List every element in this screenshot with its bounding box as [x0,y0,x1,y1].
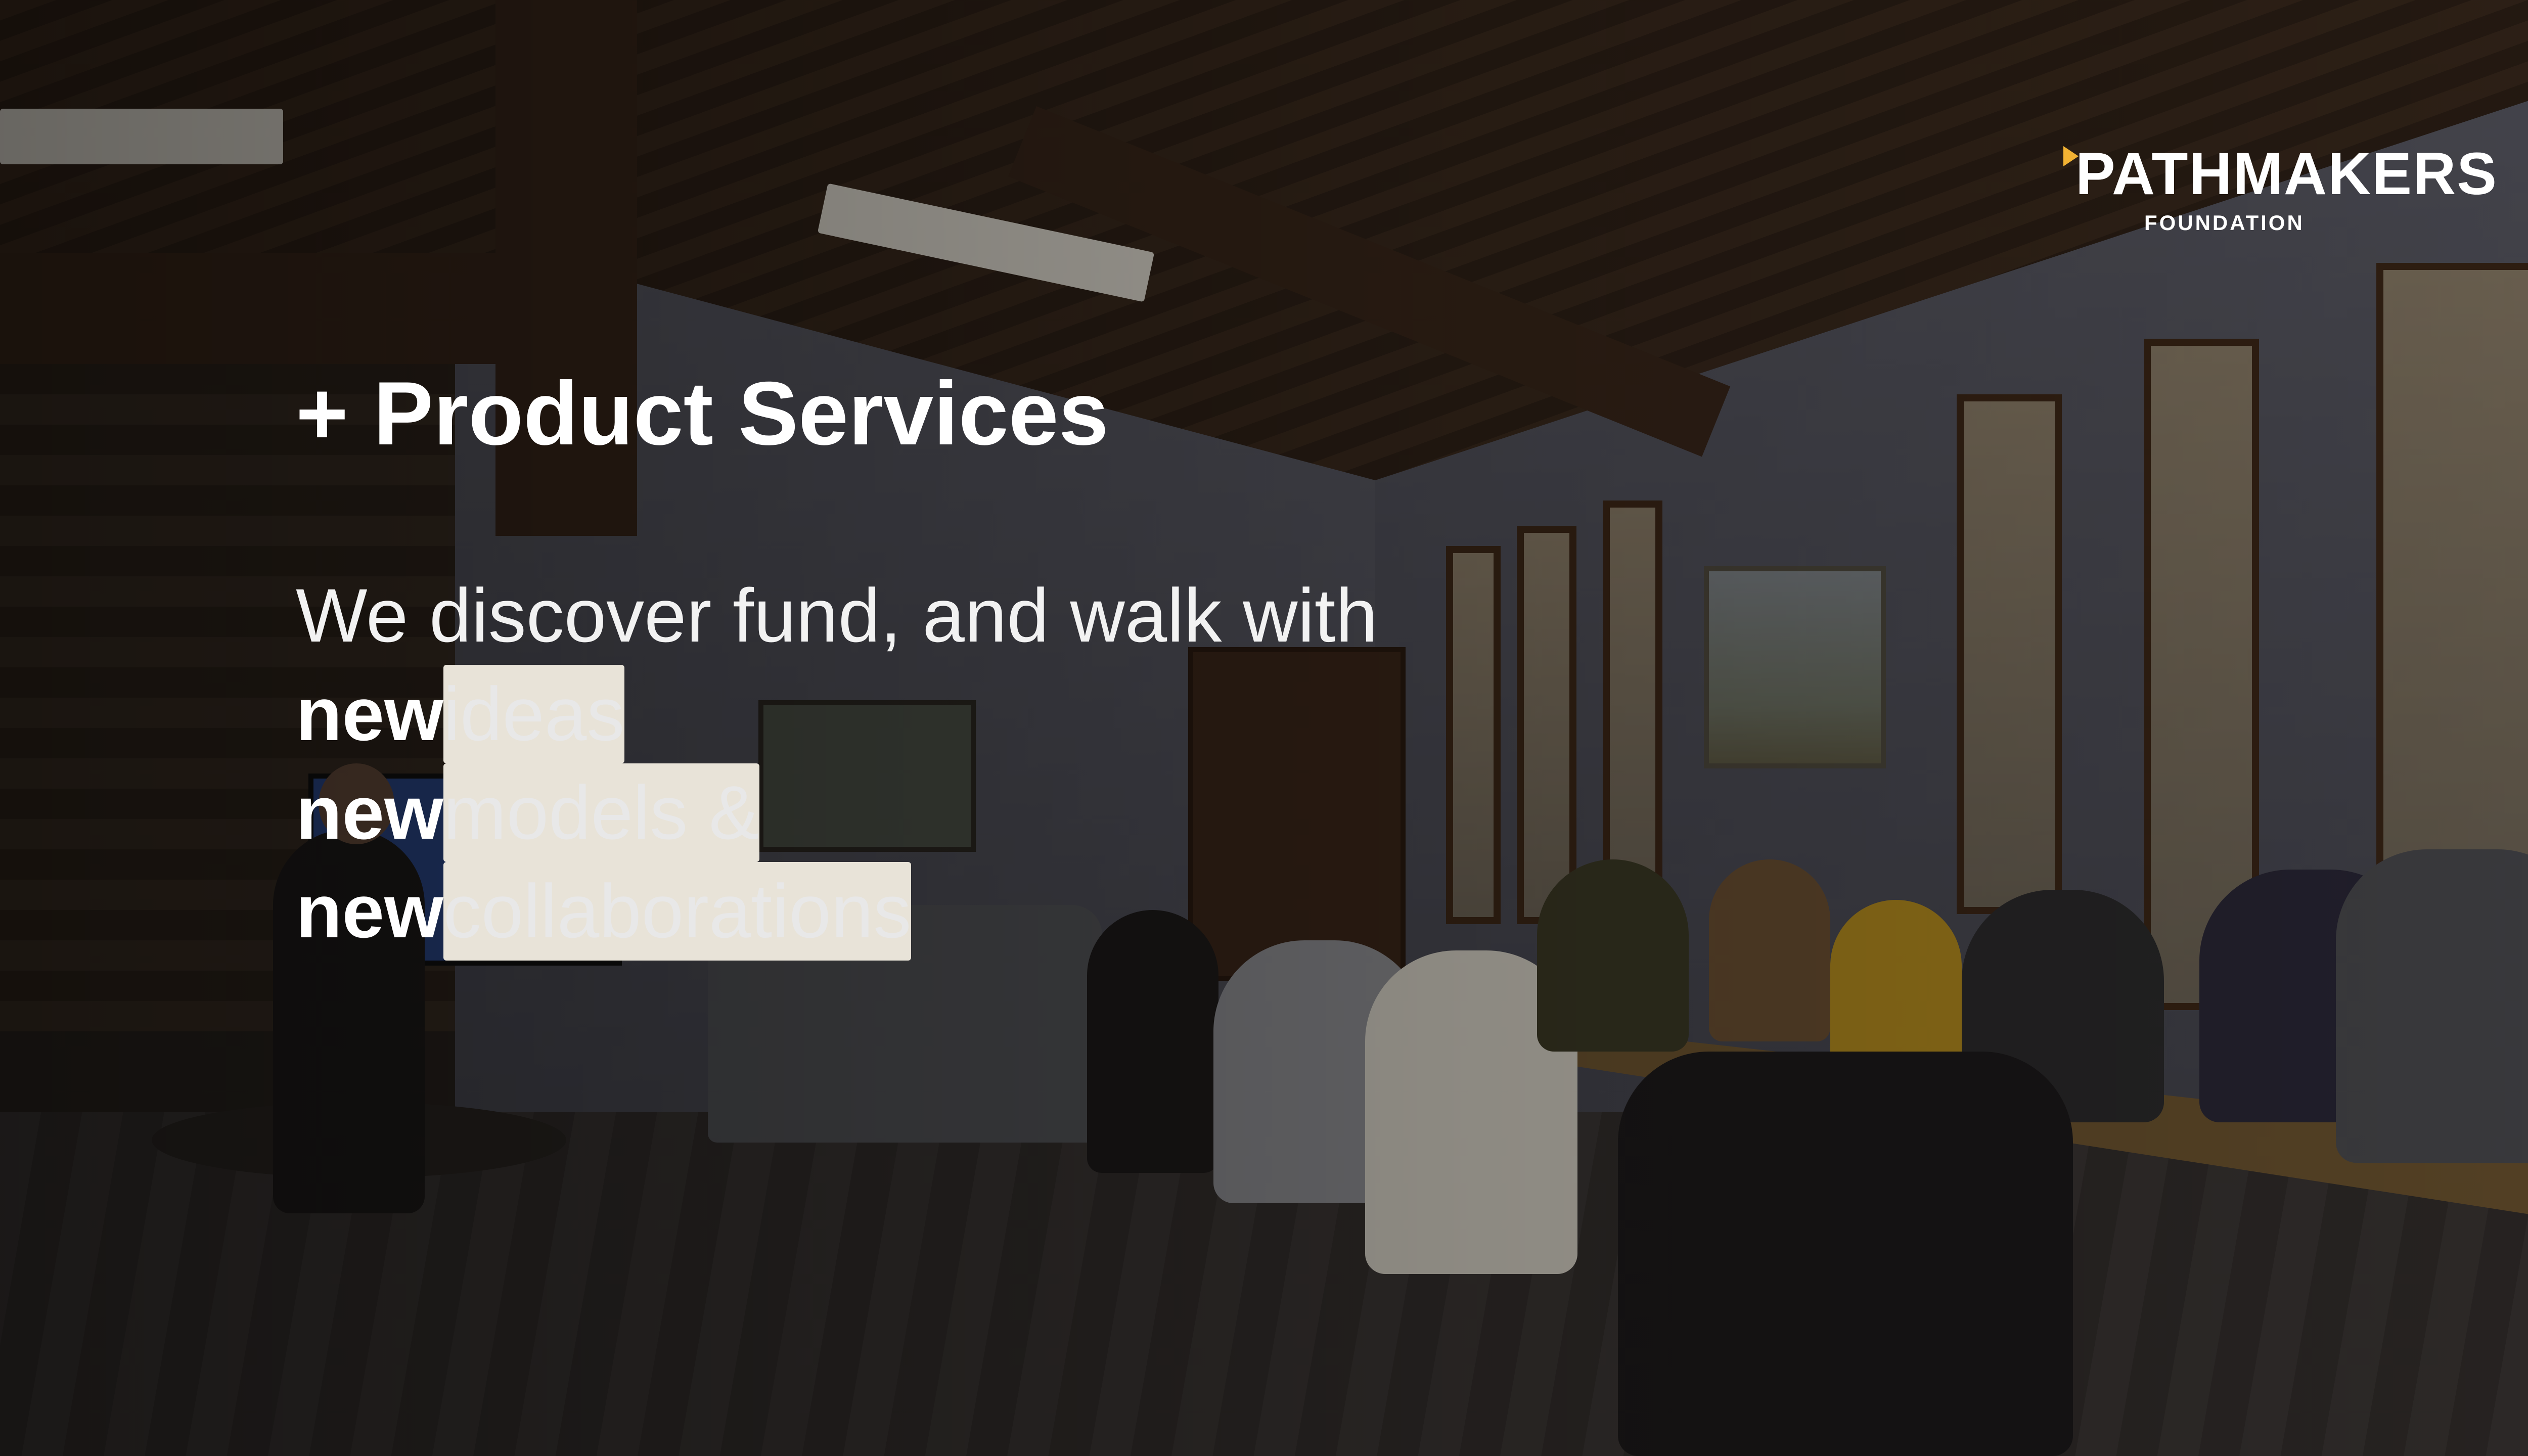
body-line: new models & [296,763,1378,862]
body-line: new collaborations [296,862,1378,961]
logo-wordmark: PATHMAKERS [2063,144,2498,204]
body-line-strong: new [296,671,443,756]
body-line-rest: models & [443,763,760,862]
slide-headline: + Product Services [296,363,1109,464]
body-line-rest: ideas [443,665,625,763]
body-intro: We discover fund, and walk with [296,573,1378,658]
body-line-rest: collaborations [443,862,912,961]
logo-subtitle: FOUNDATION [2144,211,2305,235]
pathmakers-logo: PATHMAKERS FOUNDATION [2063,144,2498,235]
logo-name: PATHMAKERS [2075,141,2498,207]
slide-body: We discover fund, and walk with new idea… [296,566,1378,961]
body-line-strong: new [296,770,443,855]
body-line: new ideas [296,665,1378,763]
body-line-strong: new [296,869,443,953]
